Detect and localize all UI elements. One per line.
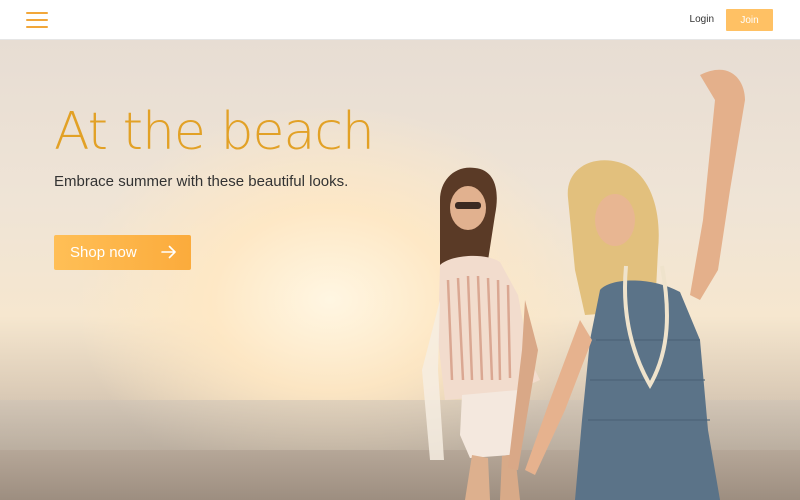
top-navigation-bar: Login Join (0, 0, 800, 40)
left-woman-figure (422, 167, 540, 500)
hero-banner: At the beach Embrace summer with these b… (0, 40, 800, 500)
shop-now-button[interactable]: Shop now (54, 235, 191, 270)
hamburger-menu-icon[interactable] (26, 12, 48, 28)
hamburger-line (26, 19, 48, 21)
beach-photo (422, 69, 745, 500)
hero-title: At the beach (54, 102, 375, 162)
hamburger-line (26, 12, 48, 14)
right-woman-figure (525, 69, 745, 500)
arrow-right-icon (161, 245, 176, 259)
login-link[interactable]: Login (690, 14, 714, 25)
hero-subtitle: Embrace summer with these beautiful look… (54, 173, 349, 190)
hamburger-line (26, 26, 48, 28)
shop-now-label: Shop now (70, 244, 137, 261)
join-button[interactable]: Join (726, 9, 773, 31)
